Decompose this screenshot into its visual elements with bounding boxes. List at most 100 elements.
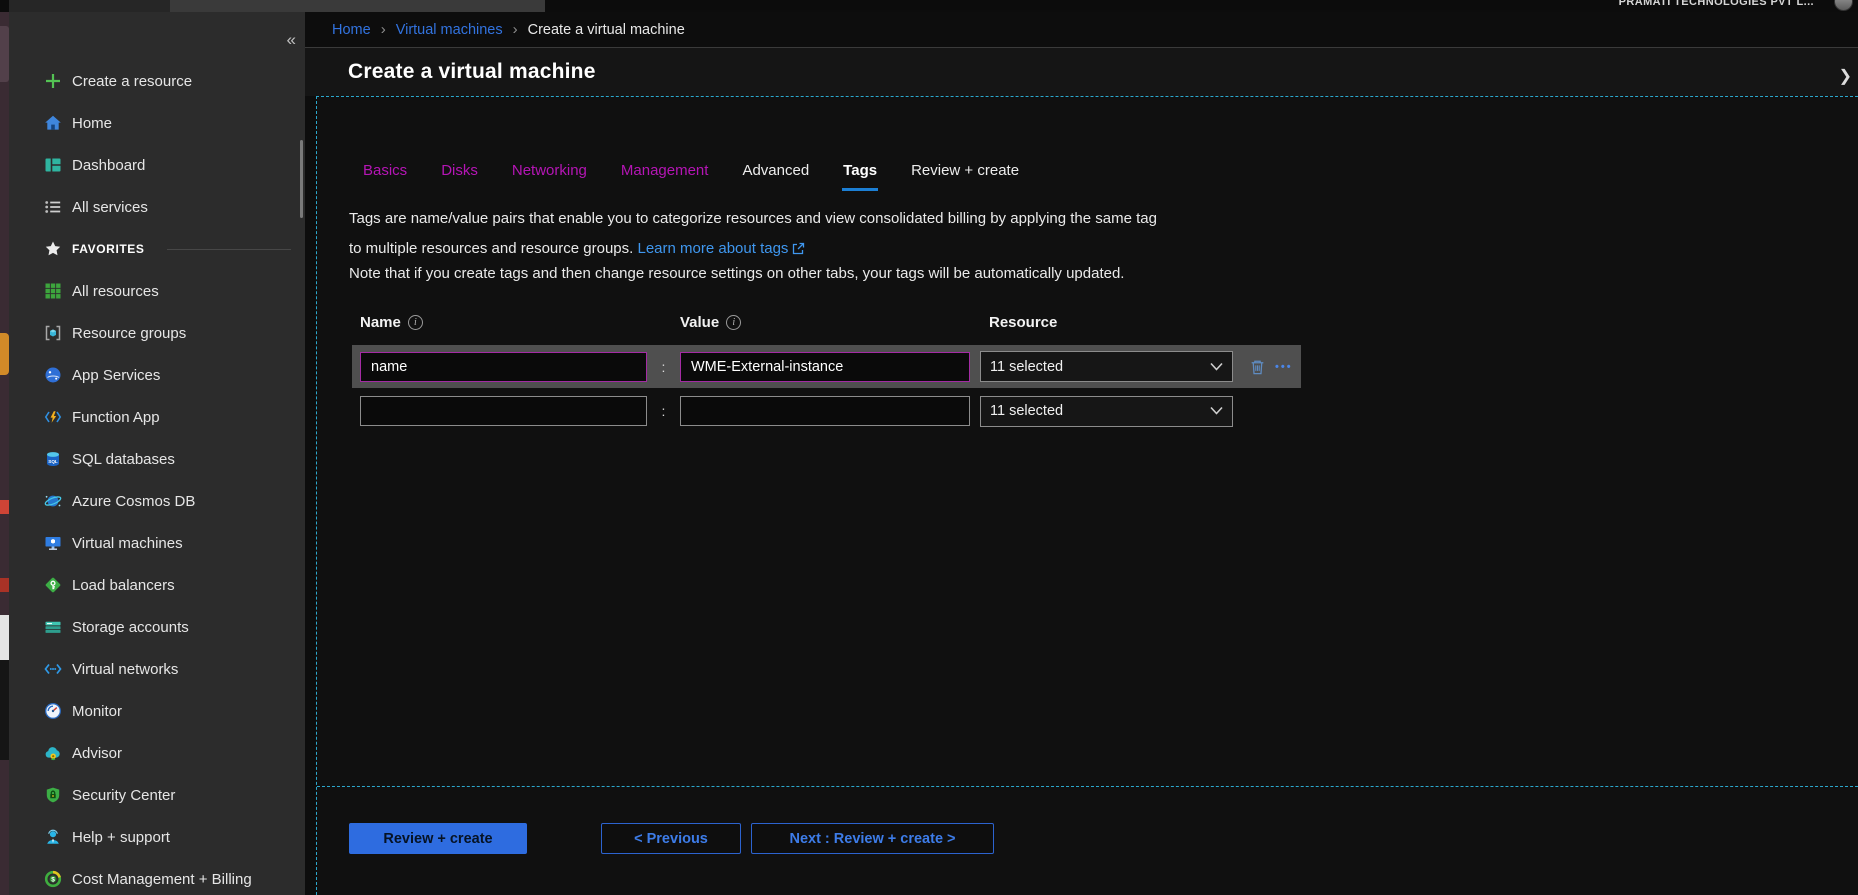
- tag-name-input-empty[interactable]: [360, 396, 647, 426]
- desktop-dock-strip: [0, 0, 9, 895]
- sidebar-item-label: Cost Management + Billing: [72, 871, 252, 888]
- sidebar-item-resource-groups[interactable]: Resource groups: [9, 312, 305, 354]
- sidebar-item-home[interactable]: Home: [9, 102, 305, 144]
- tab-advanced[interactable]: Advanced: [742, 162, 809, 179]
- sidebar-menu: Create a resource Home Dashboard All ser…: [9, 60, 305, 895]
- function-app-icon: [44, 408, 62, 426]
- sidebar-item-virtual-networks[interactable]: Virtual networks: [9, 648, 305, 690]
- sidebar-item-app-services[interactable]: App Services: [9, 354, 305, 396]
- sidebar-item-help-support[interactable]: Help + support: [9, 816, 305, 858]
- chevron-down-icon: [1210, 359, 1223, 375]
- sidebar-item-storage-accounts[interactable]: Storage accounts: [9, 606, 305, 648]
- next-button[interactable]: Next : Review + create >: [751, 823, 994, 854]
- breadcrumb-separator-icon: ›: [513, 21, 518, 38]
- tag-row-1: : 11 selected •••: [352, 345, 1301, 388]
- tab-disks[interactable]: Disks: [441, 162, 478, 179]
- previous-button[interactable]: < Previous: [601, 823, 741, 854]
- sql-databases-icon: SQL: [44, 450, 62, 468]
- sidebar-item-label: Advisor: [72, 745, 122, 762]
- sidebar-item-label: Azure Cosmos DB: [72, 493, 195, 510]
- value-header-label: Value: [680, 314, 719, 331]
- favorites-label: FAVORITES: [72, 242, 145, 256]
- sidebar-item-azure-cosmos-db[interactable]: Azure Cosmos DB: [9, 480, 305, 522]
- dock-fragment-amber: [0, 333, 9, 375]
- sidebar-item-create-a-resource[interactable]: Create a resource: [9, 60, 305, 102]
- sidebar-item-all-resources[interactable]: All resources: [9, 270, 305, 312]
- create-resource-icon: [44, 72, 62, 90]
- page-content: Home › Virtual machines › Create a virtu…: [305, 12, 1858, 895]
- dock-fragment-dark: [0, 660, 9, 760]
- sidebar-item-monitor[interactable]: Monitor: [9, 690, 305, 732]
- column-header-name: Name i: [360, 314, 423, 331]
- tags-note: Note that if you create tags and then ch…: [349, 265, 1124, 282]
- sidebar-item-label: SQL databases: [72, 451, 175, 468]
- resource-dropdown[interactable]: 11 selected: [980, 351, 1233, 382]
- footer-actions: Review + create < Previous Next : Review…: [317, 823, 1858, 855]
- breadcrumb-home-link[interactable]: Home: [332, 22, 371, 38]
- delete-tag-button[interactable]: [1247, 357, 1267, 377]
- sidebar-item-advisor[interactable]: Advisor: [9, 732, 305, 774]
- sidebar-item-dashboard[interactable]: Dashboard: [9, 144, 305, 186]
- name-value-separator: :: [647, 359, 680, 375]
- sidebar-item-sql-databases[interactable]: SQL SQL databases: [9, 438, 305, 480]
- review-create-button[interactable]: Review + create: [349, 823, 527, 854]
- column-header-resource: Resource: [989, 314, 1057, 331]
- dock-fragment-red: [0, 500, 9, 514]
- sidebar-item-all-services[interactable]: All services: [9, 186, 305, 228]
- sidebar-item-label: Dashboard: [72, 157, 145, 174]
- info-icon[interactable]: i: [408, 315, 423, 330]
- tag-name-input[interactable]: [360, 352, 647, 382]
- sidebar-scrollbar-thumb[interactable]: [300, 140, 303, 218]
- sidebar-item-label: Home: [72, 115, 112, 132]
- breadcrumb-current: Create a virtual machine: [528, 22, 685, 38]
- learn-more-link[interactable]: Learn more about tags: [637, 240, 788, 257]
- sidebar-item-security-center[interactable]: Security Center: [9, 774, 305, 816]
- breadcrumb-virtual-machines-link[interactable]: Virtual machines: [396, 22, 503, 38]
- tab-networking[interactable]: Networking: [512, 162, 587, 179]
- tab-basics[interactable]: Basics: [363, 162, 407, 179]
- search-box-fragment[interactable]: [170, 0, 545, 12]
- azure-portal-window: PRAMATI TECHNOLOGIES PVT L... « Create a…: [0, 0, 1858, 895]
- top-bar-left-segment: [9, 0, 170, 12]
- advisor-icon: [44, 744, 62, 762]
- sidebar-item-label: Resource groups: [72, 325, 186, 342]
- chevron-right-icon[interactable]: ❯: [1839, 66, 1852, 86]
- breadcrumb: Home › Virtual machines › Create a virtu…: [305, 12, 1858, 48]
- info-icon[interactable]: i: [726, 315, 741, 330]
- tab-review-create[interactable]: Review + create: [911, 162, 1019, 179]
- all-services-icon: [44, 198, 62, 216]
- favorites-star-icon: [44, 240, 62, 258]
- sidebar-item-load-balancers[interactable]: Load balancers: [9, 564, 305, 606]
- home-icon: [44, 114, 62, 132]
- sidebar-item-label: All resources: [72, 283, 159, 300]
- sidebar-item-function-app[interactable]: Function App: [9, 396, 305, 438]
- sidebar-collapse-icon[interactable]: «: [287, 30, 296, 50]
- account-avatar[interactable]: [1834, 0, 1853, 11]
- tab-management[interactable]: Management: [621, 162, 709, 179]
- sidebar-item-label: Monitor: [72, 703, 122, 720]
- sidebar-item-label: Security Center: [72, 787, 175, 804]
- app-services-icon: [44, 366, 62, 384]
- tag-row-2: : 11 selected: [352, 392, 1301, 430]
- tag-value-input-empty[interactable]: [680, 396, 970, 426]
- resource-dropdown[interactable]: 11 selected: [980, 396, 1233, 427]
- tags-description: Tags are name/value pairs that enable yo…: [349, 204, 1157, 266]
- chevron-down-icon: [1210, 403, 1223, 419]
- page-title: Create a virtual machine: [348, 60, 596, 84]
- resource-dropdown-value: 11 selected: [990, 403, 1063, 419]
- tab-tags[interactable]: Tags: [843, 162, 877, 179]
- sidebar-item-cost-management-billing[interactable]: $ Cost Management + Billing: [9, 858, 305, 895]
- dashboard-icon: [44, 156, 62, 174]
- more-options-icon[interactable]: •••: [1275, 361, 1293, 373]
- sidebar-item-virtual-machines[interactable]: Virtual machines: [9, 522, 305, 564]
- dock-fragment: [0, 26, 9, 82]
- tenant-name: PRAMATI TECHNOLOGIES PVT L...: [1619, 0, 1814, 8]
- sidebar-item-label: All services: [72, 199, 148, 216]
- sidebar-item-label: Function App: [72, 409, 160, 426]
- storage-accounts-icon: [44, 618, 62, 636]
- tag-value-input[interactable]: [680, 352, 970, 382]
- sidebar: « Create a resource Home Dashboard All s…: [9, 12, 305, 895]
- resource-dropdown-value: 11 selected: [990, 359, 1063, 375]
- sidebar-section-favorites: FAVORITES: [9, 228, 305, 270]
- virtual-machines-icon: [44, 534, 62, 552]
